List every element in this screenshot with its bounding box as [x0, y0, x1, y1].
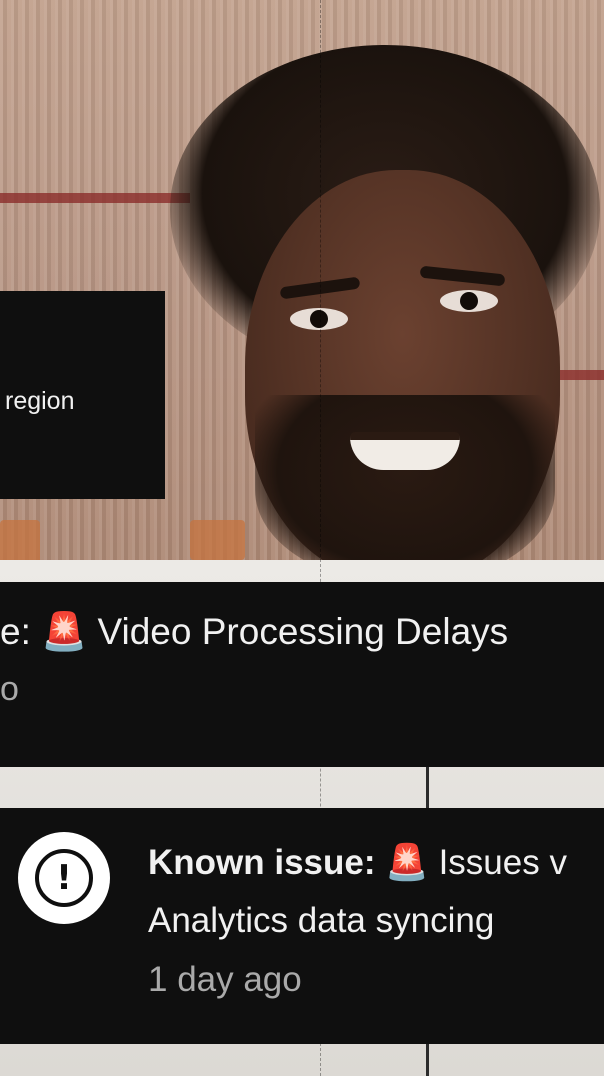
- notification-title-text: Issues v: [428, 843, 567, 882]
- siren-icon: 🚨: [41, 610, 88, 653]
- exclamation-alert-icon: !: [18, 832, 110, 924]
- notification-title-prefix: e:: [0, 611, 42, 652]
- person-beard: [255, 395, 555, 585]
- region-label: region: [5, 387, 75, 415]
- notification-timestamp: 1 day ago: [148, 960, 302, 999]
- right-eye: [440, 290, 498, 312]
- siren-icon: 🚨: [385, 843, 429, 883]
- person-mouth: [350, 432, 460, 470]
- known-issue-label: Known issue:: [148, 843, 376, 882]
- notification-title: e: 🚨 Video Processing Delays: [0, 610, 508, 654]
- notification-title-text: Video Processing Delays: [87, 611, 509, 652]
- notification-body: Analytics data syncing: [148, 901, 495, 940]
- wall-stripe: [0, 193, 190, 203]
- left-eye: [290, 308, 348, 330]
- exclamation-icon: !: [35, 849, 93, 907]
- notification-title: Known issue: 🚨 Issues v: [148, 841, 567, 885]
- wall-pattern: [190, 520, 245, 560]
- notification-subtitle: o: [0, 670, 19, 708]
